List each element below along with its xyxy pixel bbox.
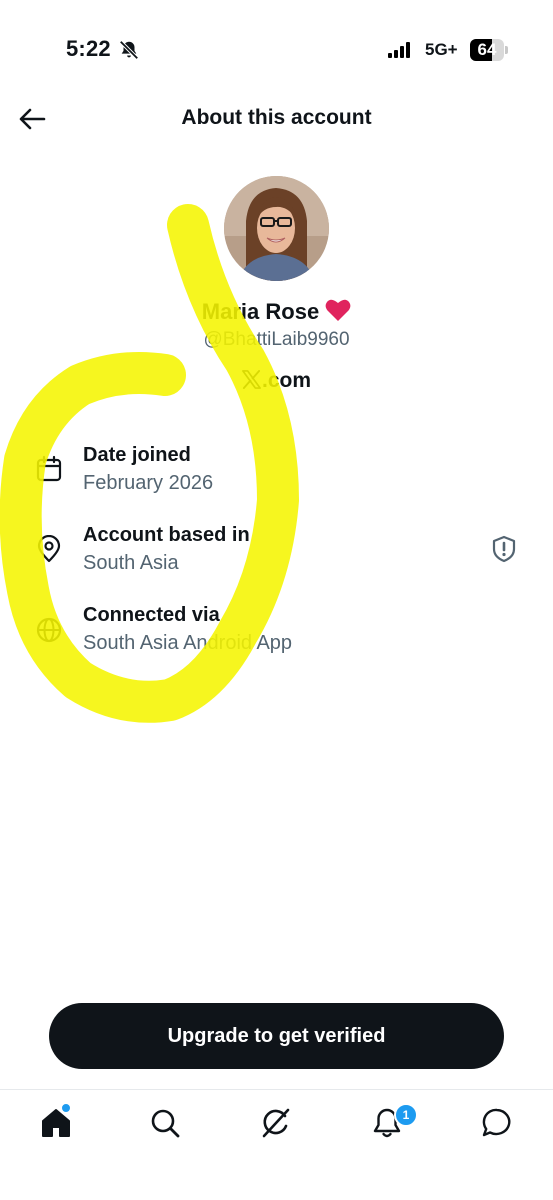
status-time: 5:22 [66, 36, 111, 61]
upgrade-verified-button[interactable]: Upgrade to get verified [49, 1003, 504, 1069]
avatar[interactable] [224, 176, 329, 281]
calendar-icon [36, 455, 62, 482]
grok-icon[interactable] [259, 1106, 293, 1140]
based-in-value: South Asia [83, 552, 179, 574]
based-in-label: Account based in [83, 524, 250, 546]
cell-signal-icon [388, 42, 410, 58]
battery-indicator: 64 [470, 39, 510, 61]
tab-bar-divider [0, 1089, 553, 1090]
shield-alert-icon[interactable] [490, 535, 518, 563]
battery-percent: 64 [477, 40, 497, 59]
connected-via-value: South Asia Android App [83, 632, 293, 654]
x-logo-icon [242, 370, 261, 389]
home-unread-dot [61, 1103, 71, 1113]
page-title: About this account [181, 106, 372, 129]
date-joined-label: Date joined [83, 444, 191, 466]
network-type: 5G+ [425, 40, 458, 59]
account-handle: @BhattiLaib9960 [203, 329, 350, 350]
bell-mute-icon [119, 40, 139, 60]
platform-row: .com [0, 369, 553, 393]
location-pin-icon [37, 535, 61, 563]
globe-icon [36, 617, 62, 643]
date-joined-value: February 2026 [83, 472, 214, 494]
connected-via-label: Connected via [83, 604, 220, 626]
search-icon[interactable] [148, 1106, 182, 1140]
platform-domain: .com [261, 369, 311, 392]
display-name: Maria Rose [201, 299, 320, 324]
display-name-row: Maria Rose [0, 298, 553, 325]
messages-icon[interactable] [480, 1106, 514, 1140]
notifications-badge: 1 [394, 1103, 418, 1127]
heart-icon [325, 299, 351, 321]
